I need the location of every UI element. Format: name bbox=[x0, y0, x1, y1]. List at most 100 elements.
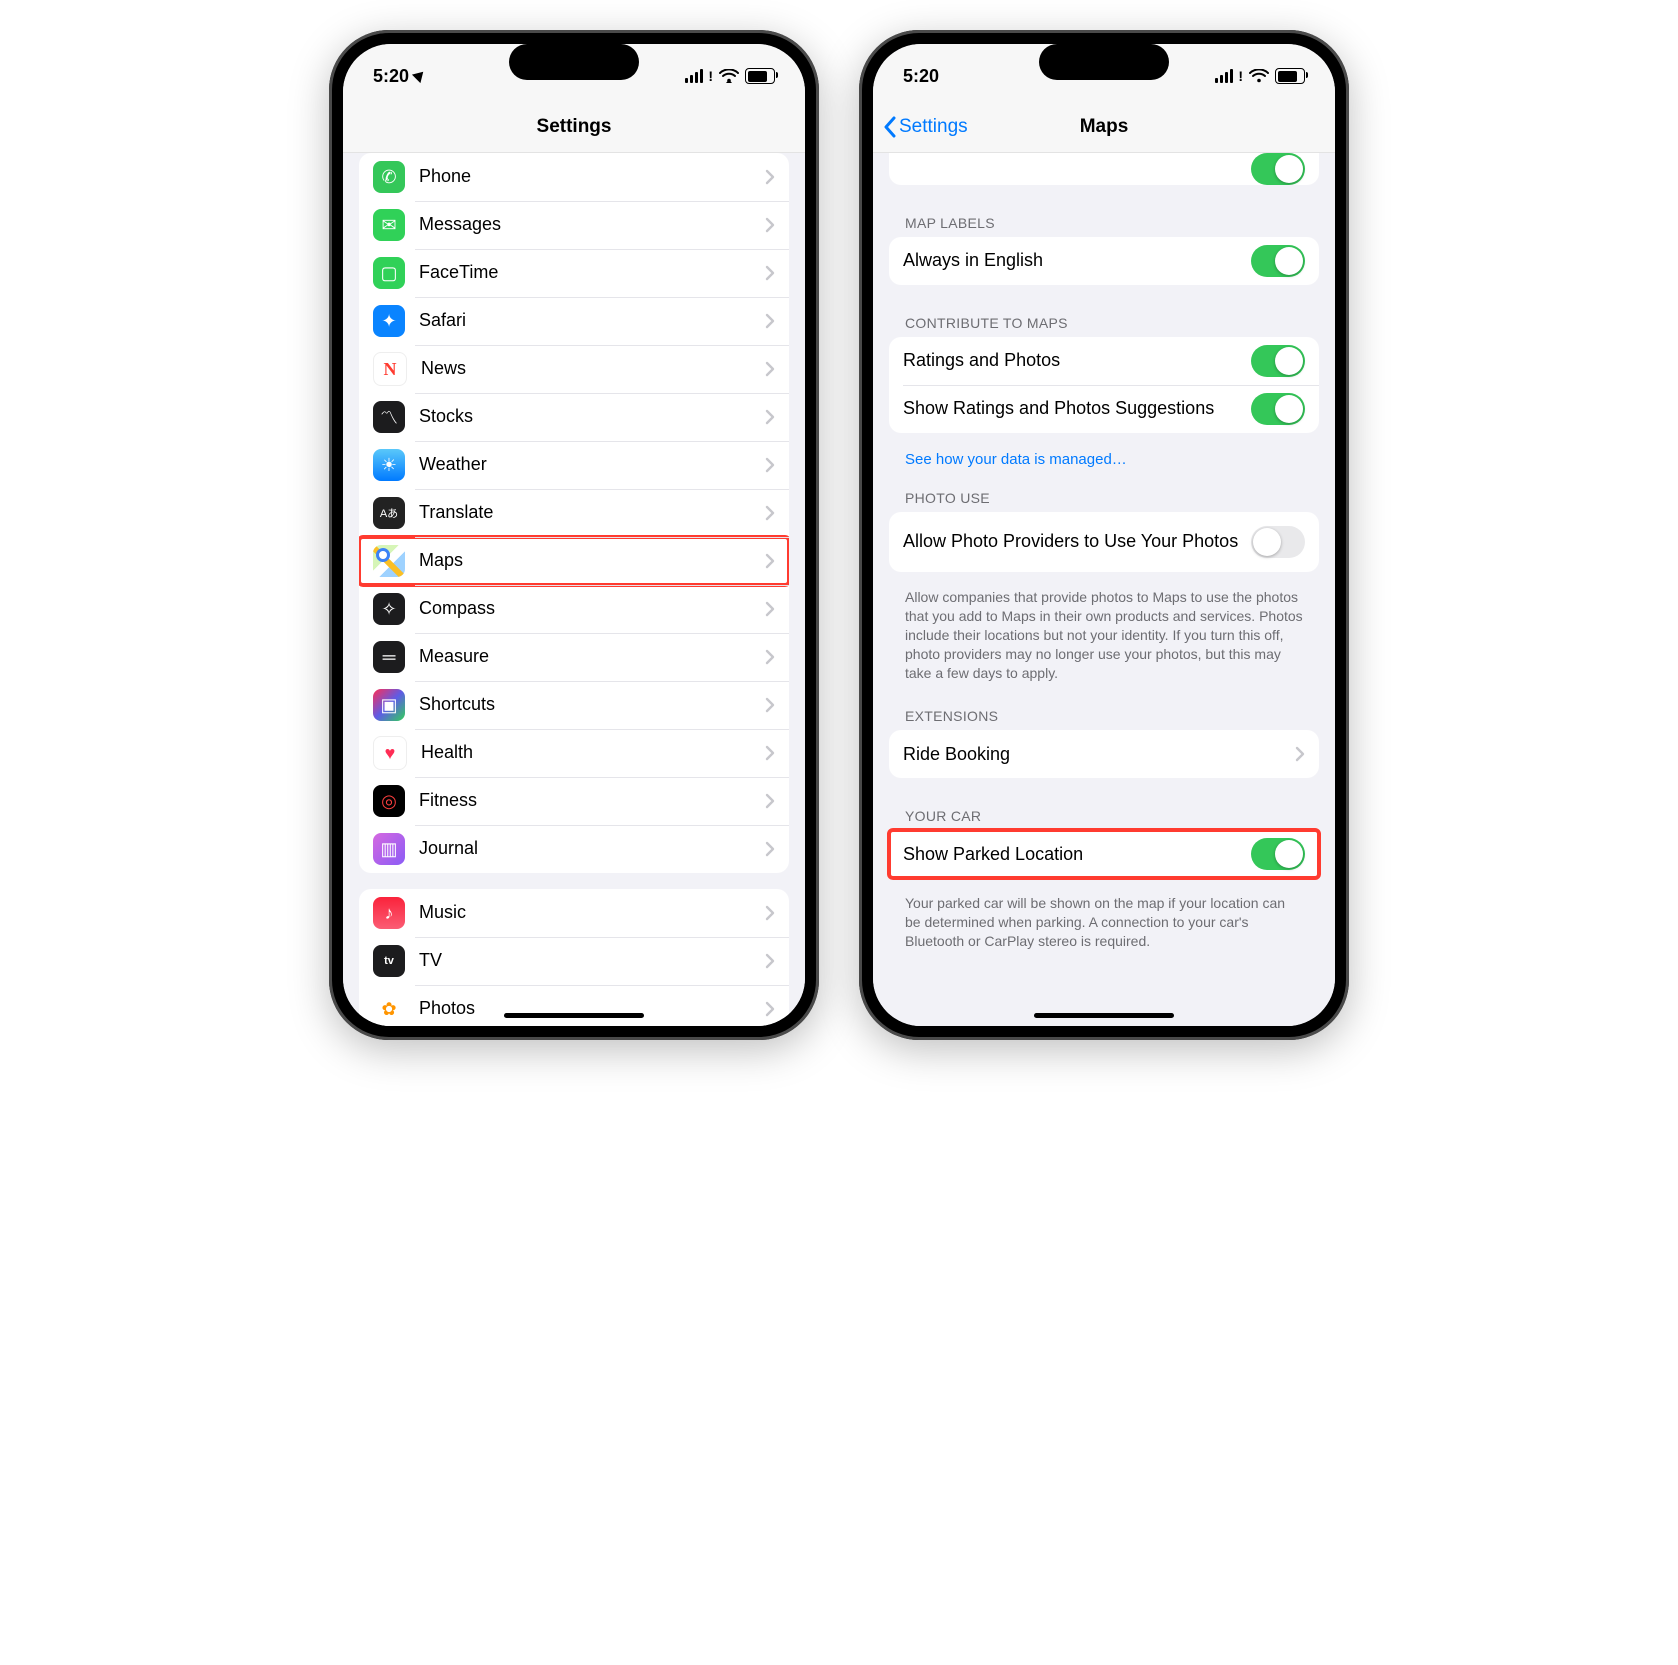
footer-your-car: Your parked car will be shown on the map… bbox=[873, 886, 1335, 955]
tv-icon: tv bbox=[373, 945, 405, 977]
row-label: News bbox=[421, 358, 765, 380]
row-label: Show Ratings and Photos Suggestions bbox=[903, 398, 1251, 420]
signal-alert-icon: ! bbox=[1238, 68, 1243, 84]
settings-row-translate[interactable]: Aあ Translate bbox=[359, 489, 789, 537]
compass-icon: ✧ bbox=[373, 593, 405, 625]
settings-row-music[interactable]: ♪ Music bbox=[359, 889, 789, 937]
row-label: Weather bbox=[419, 454, 765, 476]
row-label: Music bbox=[419, 902, 765, 924]
row-show-ratings-suggestions[interactable]: Show Ratings and Photos Suggestions bbox=[889, 385, 1319, 433]
clock: 5:20 bbox=[903, 66, 939, 87]
back-label: Settings bbox=[899, 116, 968, 138]
settings-row-maps[interactable]: Maps bbox=[359, 537, 789, 585]
maps-settings-scroll[interactable]: MAP LABELS Always in English CONTRIBUTE … bbox=[873, 153, 1335, 1026]
wifi-icon bbox=[1249, 69, 1269, 83]
page-title: Maps bbox=[1080, 116, 1129, 138]
row-label: Always in English bbox=[903, 250, 1251, 272]
clock: 5:20 bbox=[373, 66, 409, 87]
toggle-always-english[interactable] bbox=[1251, 245, 1305, 277]
chevron-right-icon bbox=[765, 457, 775, 473]
section-header-your-car: YOUR CAR bbox=[873, 786, 1335, 830]
row-label: Phone bbox=[419, 166, 765, 188]
toggle-photo-providers[interactable] bbox=[1251, 526, 1305, 558]
toggle-parked-location[interactable] bbox=[1251, 838, 1305, 870]
group-extensions: Ride Booking bbox=[889, 730, 1319, 778]
settings-row-shortcuts[interactable]: ▣Shortcuts bbox=[359, 681, 789, 729]
music-icon: ♪ bbox=[373, 897, 405, 929]
row-always-english[interactable]: Always in English bbox=[889, 237, 1319, 285]
row-ratings-photos[interactable]: Ratings and Photos bbox=[889, 337, 1319, 385]
toggle[interactable] bbox=[1251, 153, 1305, 185]
home-indicator[interactable] bbox=[504, 1013, 644, 1018]
row-ride-booking[interactable]: Ride Booking bbox=[889, 730, 1319, 778]
settings-row-health[interactable]: ♥Health bbox=[359, 729, 789, 777]
section-header-photo-use: PHOTO USE bbox=[873, 468, 1335, 512]
chevron-right-icon bbox=[765, 505, 775, 521]
signal-alert-icon: ! bbox=[708, 68, 713, 84]
row-label: Allow Photo Providers to Use Your Photos bbox=[903, 531, 1251, 553]
back-button[interactable]: Settings bbox=[883, 102, 968, 152]
chevron-right-icon bbox=[765, 265, 775, 281]
maps-icon bbox=[373, 545, 405, 577]
row-label: Messages bbox=[419, 214, 765, 236]
chevron-right-icon bbox=[765, 841, 775, 857]
row-label: Translate bbox=[419, 502, 765, 524]
photos-icon: ✿ bbox=[373, 993, 405, 1025]
partial-row[interactable] bbox=[889, 153, 1319, 185]
chevron-right-icon bbox=[765, 409, 775, 425]
settings-row-news[interactable]: N News bbox=[359, 345, 789, 393]
row-label: Maps bbox=[419, 550, 765, 572]
dynamic-island bbox=[509, 44, 639, 80]
chevron-right-icon bbox=[765, 905, 775, 921]
cell-signal-icon bbox=[685, 69, 703, 83]
footer-photo-use: Allow companies that provide photos to M… bbox=[873, 580, 1335, 686]
home-indicator[interactable] bbox=[1034, 1013, 1174, 1018]
row-show-parked-location[interactable]: Show Parked Location bbox=[889, 830, 1319, 878]
chevron-right-icon bbox=[765, 601, 775, 617]
settings-row-phone[interactable]: ✆ Phone bbox=[359, 153, 789, 201]
toggle-ratings-photos[interactable] bbox=[1251, 345, 1305, 377]
settings-row-tv[interactable]: tvTV bbox=[359, 937, 789, 985]
iphone-frame-left: 5:20 ! Settings ✆ Phone ✉ Messages ▢FaceTime… bbox=[329, 30, 819, 1040]
fitness-icon: ◎ bbox=[373, 785, 405, 817]
nav-bar: Settings bbox=[343, 102, 805, 153]
settings-group-apps: ✆ Phone ✉ Messages ▢FaceTime✦Safari N News 〽 Sto… bbox=[359, 153, 789, 873]
chevron-right-icon bbox=[765, 169, 775, 185]
settings-row-weather[interactable]: ☀ Weather bbox=[359, 441, 789, 489]
phone-icon: ✆ bbox=[373, 161, 405, 193]
group-map-labels: Always in English bbox=[889, 237, 1319, 285]
dynamic-island bbox=[1039, 44, 1169, 80]
row-allow-photo-providers[interactable]: Allow Photo Providers to Use Your Photos bbox=[889, 512, 1319, 572]
settings-row-compass[interactable]: ✧ Compass bbox=[359, 585, 789, 633]
row-label: Ride Booking bbox=[903, 744, 1295, 766]
settings-row-journal[interactable]: ▥Journal bbox=[359, 825, 789, 873]
page-title: Settings bbox=[537, 116, 612, 138]
link-data-managed[interactable]: See how your data is managed… bbox=[873, 441, 1335, 468]
news-icon: N bbox=[373, 352, 407, 386]
settings-row-photos[interactable]: ✿Photos bbox=[359, 985, 789, 1026]
cell-signal-icon bbox=[1215, 69, 1233, 83]
stocks-icon: 〽 bbox=[373, 401, 405, 433]
screen-left: 5:20 ! Settings ✆ Phone ✉ Messages ▢FaceTime… bbox=[343, 44, 805, 1026]
row-label: Compass bbox=[419, 598, 765, 620]
settings-row-fitness[interactable]: ◎ Fitness bbox=[359, 777, 789, 825]
weather-icon: ☀ bbox=[373, 449, 405, 481]
wifi-icon bbox=[719, 69, 739, 83]
settings-row-measure[interactable]: ═Measure bbox=[359, 633, 789, 681]
settings-row-messages[interactable]: ✉ Messages bbox=[359, 201, 789, 249]
chevron-right-icon bbox=[765, 553, 775, 569]
messages-icon: ✉ bbox=[373, 209, 405, 241]
settings-scroll[interactable]: ✆ Phone ✉ Messages ▢FaceTime✦Safari N News 〽 Sto… bbox=[343, 153, 805, 1026]
settings-row-stocks[interactable]: 〽 Stocks bbox=[359, 393, 789, 441]
section-header-contribute: CONTRIBUTE TO MAPS bbox=[873, 293, 1335, 337]
row-label: Measure bbox=[419, 646, 765, 668]
chevron-right-icon bbox=[765, 649, 775, 665]
section-header-extensions: EXTENSIONS bbox=[873, 686, 1335, 730]
settings-row-safari[interactable]: ✦Safari bbox=[359, 297, 789, 345]
row-label: Fitness bbox=[419, 790, 765, 812]
settings-row-facetime[interactable]: ▢FaceTime bbox=[359, 249, 789, 297]
translate-icon: Aあ bbox=[373, 497, 405, 529]
chevron-right-icon bbox=[1295, 746, 1305, 762]
row-label: Stocks bbox=[419, 406, 765, 428]
toggle-ratings-suggestions[interactable] bbox=[1251, 393, 1305, 425]
